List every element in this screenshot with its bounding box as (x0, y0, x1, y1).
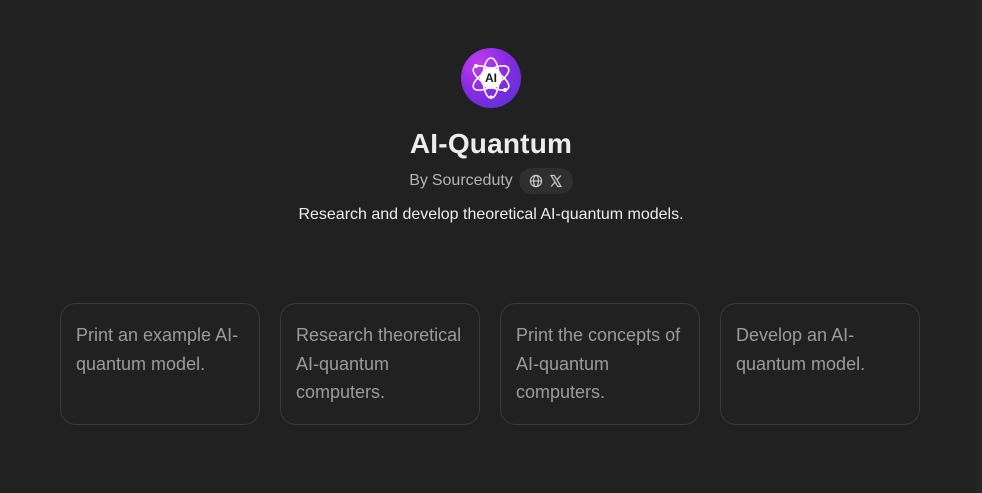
globe-icon[interactable] (529, 174, 543, 188)
gpt-header: AI AI-Quantum By Sourceduty Research and… (0, 0, 982, 226)
starter-card[interactable]: Develop an AI-quantum model. (720, 303, 920, 425)
author-line: By Sourceduty (409, 168, 573, 194)
author-prefix: By (409, 172, 428, 189)
author-name: Sourceduty (431, 172, 513, 189)
logo-label: AI (480, 67, 502, 89)
scrollbar-track[interactable] (976, 0, 982, 493)
social-links (518, 168, 573, 194)
gpt-logo: AI (461, 48, 521, 108)
starter-text: Print an example AI-quantum model. (76, 325, 239, 374)
x-icon[interactable] (549, 174, 563, 188)
starter-card[interactable]: Print the concepts of AI-quantum compute… (500, 303, 700, 425)
gpt-title: AI-Quantum (409, 128, 573, 159)
conversation-starters: Print an example AI-quantum model. Resea… (60, 303, 920, 425)
starter-text: Research theoretical AI-quantum computer… (296, 325, 462, 402)
gpt-description: Research and develop theoretical AI-quan… (298, 206, 684, 223)
starter-text: Develop an AI-quantum model. (736, 325, 866, 374)
starter-text: Print the concepts of AI-quantum compute… (516, 325, 681, 402)
starter-card[interactable]: Research theoretical AI-quantum computer… (280, 303, 480, 425)
starter-card[interactable]: Print an example AI-quantum model. (60, 303, 260, 425)
